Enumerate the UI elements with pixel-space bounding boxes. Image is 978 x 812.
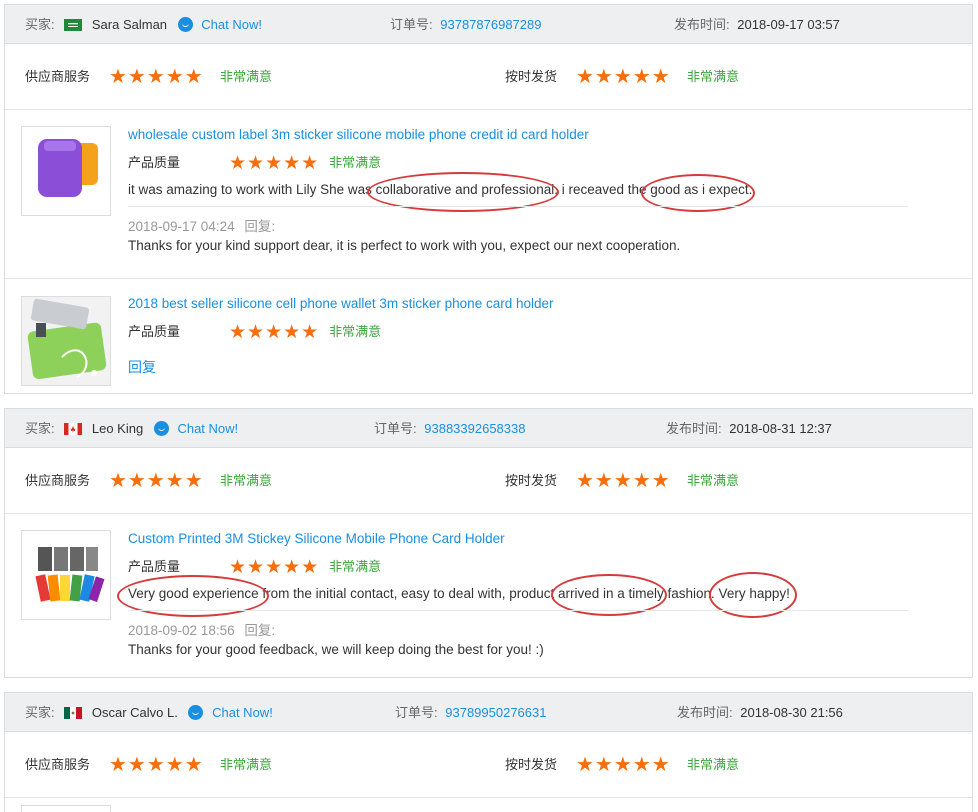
chat-icon[interactable] — [153, 421, 169, 437]
product-quality-label: 产品质量 — [128, 155, 181, 170]
product-quality-row: 产品质量 ★★★★★ 非常满意 — [128, 152, 381, 175]
comment-time: 2018-09-17 04:24 — [128, 219, 235, 234]
supplier-service-level: 非常满意 — [220, 473, 273, 488]
on-time-level: 非常满意 — [687, 473, 740, 488]
product-review: wholesale custom label 3m sticker silico… — [5, 110, 972, 279]
chat-now-link[interactable]: Chat Now! — [177, 421, 238, 436]
buyer-label: 买家: — [25, 705, 55, 720]
buyer-label: 买家: — [25, 421, 55, 436]
on-time-label: 按时发货 — [505, 69, 558, 84]
product-quality-level: 非常满意 — [329, 324, 382, 339]
rating-row: 供应商服务 ★★★★★ 非常满意 按时发货 ★★★★★ 非常满意 — [5, 732, 972, 798]
on-time-stars: ★★★★★ — [576, 470, 671, 492]
reply-button[interactable]: 回复 — [128, 357, 156, 377]
buyer-info: 买家: Leo King Chat Now! — [25, 409, 238, 448]
on-time-level: 非常满意 — [687, 757, 740, 772]
chat-icon[interactable] — [177, 17, 193, 33]
post-time-value: 2018-08-30 21:56 — [740, 705, 843, 720]
product-thumbnail[interactable] — [21, 126, 111, 216]
product-quality-stars: ★★★★★ — [229, 153, 320, 175]
supplier-service-stars: ★★★★★ — [109, 470, 204, 492]
product-thumbnail[interactable] — [21, 530, 111, 620]
buyer-name: Sara Salman — [91, 17, 168, 32]
review-header: 买家: Leo King Chat Now! 订单号: 938833926583… — [5, 409, 972, 448]
post-time: 发布时间: 2018-08-30 21:56 — [677, 693, 843, 732]
chat-icon[interactable] — [188, 705, 204, 721]
supplier-service-stars: ★★★★★ — [109, 754, 204, 776]
post-time: 发布时间: 2018-08-31 12:37 — [666, 409, 832, 448]
buyer-name: Oscar Calvo L. — [91, 705, 178, 720]
supplier-service-label: 供应商服务 — [25, 757, 91, 772]
product-title-link[interactable]: Custom Printed 3M Stickey Silicone Mobil… — [128, 531, 505, 546]
rating-row: 供应商服务 ★★★★★ 非常满意 按时发货 ★★★★★ 非常满意 — [5, 44, 972, 110]
post-time: 发布时间: 2018-09-17 03:57 — [674, 5, 840, 44]
product-quality-label: 产品质量 — [128, 324, 181, 339]
on-time-stars: ★★★★★ — [576, 754, 671, 776]
seller-reply: Thanks for your kind support dear, it is… — [128, 238, 681, 253]
comment-time: 2018-09-02 18:56 — [128, 623, 235, 638]
buyer-info: 买家: Sara Salman Chat Now! — [25, 5, 262, 44]
reply-label: 回复: — [244, 219, 276, 234]
supplier-service-label: 供应商服务 — [25, 69, 91, 84]
product-thumbnail[interactable] — [21, 805, 111, 812]
product-title-link[interactable]: 2018 best seller silicone cell phone wal… — [128, 296, 554, 311]
divider — [128, 610, 908, 611]
product-quality-row: 产品质量 ★★★★★ 非常满意 — [128, 556, 381, 579]
comment-meta: 2018-09-02 18:56 回复: — [128, 619, 275, 639]
post-time-label: 发布时间: — [677, 705, 733, 720]
order-label: 订单号: — [395, 705, 438, 720]
buyer-name: Leo King — [91, 421, 144, 436]
on-time-label: 按时发货 — [505, 757, 558, 772]
order-number-link[interactable]: 93883392658338 — [424, 421, 525, 436]
product-quality-level: 非常满意 — [329, 559, 382, 574]
post-time-value: 2018-08-31 12:37 — [729, 421, 832, 436]
seller-reply: Thanks for your good feedback, we will k… — [128, 642, 544, 657]
review-card: 买家: Oscar Calvo L. Chat Now! 订单号: 937899… — [4, 692, 973, 812]
chat-now-link[interactable]: Chat Now! — [212, 705, 273, 720]
review-header: 买家: Sara Salman Chat Now! 订单号: 937878769… — [5, 5, 972, 44]
buyer-label: 买家: — [25, 17, 55, 32]
order-number-link[interactable]: 93789950276631 — [445, 705, 546, 720]
saudi-arabia-flag-icon — [64, 18, 83, 31]
post-time-value: 2018-09-17 03:57 — [737, 17, 840, 32]
reply-label: 回复: — [244, 623, 276, 638]
product-title-link[interactable]: wholesale custom label 3m sticker silico… — [128, 127, 589, 142]
order-label: 订单号: — [374, 421, 417, 436]
post-time-label: 发布时间: — [674, 17, 730, 32]
supplier-service-level: 非常满意 — [220, 69, 273, 84]
chat-now-link[interactable]: Chat Now! — [201, 17, 262, 32]
supplier-service-label: 供应商服务 — [25, 473, 91, 488]
mexico-flag-icon — [64, 706, 83, 719]
order-info: 订单号: 93883392658338 — [374, 409, 525, 448]
review-card: 买家: Sara Salman Chat Now! 订单号: 937878769… — [4, 4, 973, 394]
product-quality-stars: ★★★★★ — [229, 557, 320, 579]
order-label: 订单号: — [390, 17, 433, 32]
canada-flag-icon — [64, 422, 83, 435]
product-quality-level: 非常满意 — [329, 155, 382, 170]
buyer-comment: it was amazing to work with Lily She was… — [128, 182, 753, 197]
comment-meta: 2018-09-17 04:24 回复: — [128, 215, 275, 235]
on-time-stars: ★★★★★ — [576, 66, 671, 88]
divider — [128, 206, 908, 207]
supplier-service-stars: ★★★★★ — [109, 66, 204, 88]
product-quality-row: 产品质量 ★★★★★ 非常满意 — [128, 321, 381, 344]
review-header: 买家: Oscar Calvo L. Chat Now! 订单号: 937899… — [5, 693, 972, 732]
product-quality-stars: ★★★★★ — [229, 322, 320, 344]
rating-row: 供应商服务 ★★★★★ 非常满意 按时发货 ★★★★★ 非常满意 — [5, 448, 972, 514]
order-number-link[interactable]: 93787876987289 — [440, 17, 541, 32]
review-card: 买家: Leo King Chat Now! 订单号: 938833926583… — [4, 408, 973, 678]
on-time-level: 非常满意 — [687, 69, 740, 84]
on-time-label: 按时发货 — [505, 473, 558, 488]
product-review: 2018 best seller silicone cell phone wal… — [5, 279, 972, 393]
buyer-comment: Very good experience from the initial co… — [128, 586, 790, 601]
order-info: 订单号: 93789950276631 — [395, 693, 546, 732]
post-time-label: 发布时间: — [666, 421, 722, 436]
buyer-info: 买家: Oscar Calvo L. Chat Now! — [25, 693, 273, 732]
order-info: 订单号: 93787876987289 — [390, 5, 541, 44]
product-quality-label: 产品质量 — [128, 559, 181, 574]
product-review: Custom Printed 3M Stickey Silicone Mobil… — [5, 514, 972, 676]
product-thumbnail[interactable] — [21, 296, 111, 386]
supplier-service-level: 非常满意 — [220, 757, 273, 772]
